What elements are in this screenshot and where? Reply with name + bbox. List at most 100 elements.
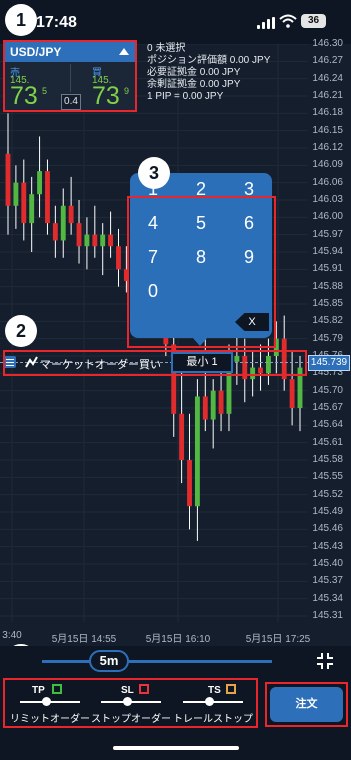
time-axis-label: 5月15日 17:25 xyxy=(245,634,311,645)
account-summary: 0 未選択 ポジション評価額 0.00 JPY 必要証拠金 0.00 JPY 余剰証拠… xyxy=(147,43,270,103)
price-axis-label: 145.58 xyxy=(312,454,343,465)
price-axis-label: 146.06 xyxy=(312,176,343,188)
price-axis-label: 145.61 xyxy=(312,436,343,448)
price-axis-label: 145.88 xyxy=(312,280,343,292)
candle xyxy=(92,205,98,258)
candle-body-down xyxy=(218,390,224,414)
candle-body-up xyxy=(84,234,90,247)
candle-body-up xyxy=(60,205,66,241)
candle-body-down xyxy=(21,182,27,224)
price-axis-label: 146.24 xyxy=(312,72,343,84)
currency-pair-panel[interactable]: USD/JPY 売 145. 73 5 買 145. 73 9 0.4 xyxy=(3,40,137,112)
price-axis-label: 146.03 xyxy=(312,194,343,205)
pair-symbol: USD/JPY xyxy=(10,45,62,59)
time-axis-label: 3:40 xyxy=(2,630,22,641)
candle xyxy=(100,223,106,276)
candle-body-up xyxy=(194,396,200,507)
wifi-icon xyxy=(279,14,297,28)
candle-body-up xyxy=(210,390,216,420)
cellular-signal-icon xyxy=(257,17,275,29)
price-axis-label: 145.94 xyxy=(312,246,343,257)
price-axis-label: 145.40 xyxy=(312,558,343,569)
price-axis-label: 145.52 xyxy=(312,488,343,500)
candle xyxy=(37,136,43,218)
candle xyxy=(210,379,216,449)
highlight-box-numpad xyxy=(127,196,276,348)
price-axis-label: 146.27 xyxy=(312,55,343,67)
candle-body-down xyxy=(108,234,114,247)
candle xyxy=(179,361,185,484)
collapse-icon[interactable] xyxy=(119,48,129,55)
account-info-line: 余剰証拠金 0.00 JPY xyxy=(147,79,241,90)
buy-price-small: 9 xyxy=(124,86,130,96)
candle xyxy=(52,205,58,258)
candle-body-down xyxy=(179,413,185,460)
candle-body-up xyxy=(13,182,19,206)
candle xyxy=(76,200,82,264)
price-axis-label: 145.91 xyxy=(312,263,343,275)
candle xyxy=(116,228,121,287)
step-badge-3: 3 xyxy=(138,157,170,189)
candle-body-up xyxy=(100,234,106,247)
account-info-line: 0 未選択 xyxy=(147,43,186,54)
battery-icon: 36 xyxy=(301,14,326,28)
candle-body-down xyxy=(116,246,121,270)
candle-body-up xyxy=(37,171,43,195)
candle xyxy=(29,176,35,252)
candle-body-down xyxy=(92,234,98,247)
timeframe-selector[interactable]: 5m xyxy=(89,650,129,672)
pair-divider xyxy=(70,64,71,92)
price-axis-label: 145.34 xyxy=(312,592,343,604)
candle-body-up xyxy=(29,194,35,224)
price-axis-label: 146.30 xyxy=(312,38,343,49)
account-info-line: 1 PIP = 0.00 JPY xyxy=(147,91,224,102)
candle xyxy=(21,159,27,241)
price-axis-label: 145.64 xyxy=(312,419,343,431)
candle-body-down xyxy=(289,379,295,408)
price-axis-label: 145.82 xyxy=(312,315,343,327)
price-axis-label: 146.18 xyxy=(312,107,343,119)
account-info-line: 必要証拠金 0.00 JPY xyxy=(147,67,241,78)
candle xyxy=(68,176,74,235)
price-axis-label: 146.21 xyxy=(312,90,343,101)
time-axis-label: 5月15日 14:55 xyxy=(51,634,117,645)
candle-body-down xyxy=(5,153,11,206)
step-badge-2: 2 xyxy=(5,315,37,347)
candle xyxy=(5,113,11,235)
highlight-box-order-tools xyxy=(3,678,258,728)
candle xyxy=(13,165,19,229)
price-axis-label: 145.85 xyxy=(312,298,343,309)
spread-value: 0.4 xyxy=(61,94,81,110)
time-axis-label: 5月15日 16:10 xyxy=(145,634,211,645)
price-axis-label: 145.43 xyxy=(312,540,343,552)
pair-header[interactable]: USD/JPY xyxy=(5,42,135,62)
price-axis-label: 145.46 xyxy=(312,523,343,535)
price-axis-label: 145.49 xyxy=(312,506,343,517)
price-axis-label: 145.79 xyxy=(312,332,343,344)
timeframe-slider-track[interactable] xyxy=(42,660,272,663)
price-axis-label: 145.67 xyxy=(312,402,343,413)
price-axis-label: 145.70 xyxy=(312,384,343,396)
status-time: 17:48 xyxy=(36,14,77,31)
price-axis-label: 145.55 xyxy=(312,471,343,483)
candle xyxy=(60,188,66,258)
candle-body-down xyxy=(68,205,74,224)
price-axis-label: 145.97 xyxy=(312,228,343,240)
candle-body-down xyxy=(76,223,82,247)
price-axis-label: 146.09 xyxy=(312,159,343,171)
buy-price-big[interactable]: 73 xyxy=(92,82,120,111)
collapse-chart-icon[interactable] xyxy=(315,651,335,671)
candle-body-down xyxy=(202,396,208,420)
price-axis-label: 145.31 xyxy=(312,610,343,621)
sell-price-big[interactable]: 73 xyxy=(10,82,38,111)
highlight-box-order-button xyxy=(265,682,348,727)
home-indicator[interactable] xyxy=(113,746,239,750)
candle xyxy=(45,159,50,235)
status-bar: 17:48 36 xyxy=(0,0,351,44)
candle-body-down xyxy=(187,460,192,507)
candle xyxy=(194,379,200,541)
step-badge-1: 1 xyxy=(5,4,37,36)
candle-body-down xyxy=(52,223,58,241)
sell-price-small: 5 xyxy=(42,86,48,96)
account-info-line: ポジション評価額 0.00 JPY xyxy=(147,55,271,66)
